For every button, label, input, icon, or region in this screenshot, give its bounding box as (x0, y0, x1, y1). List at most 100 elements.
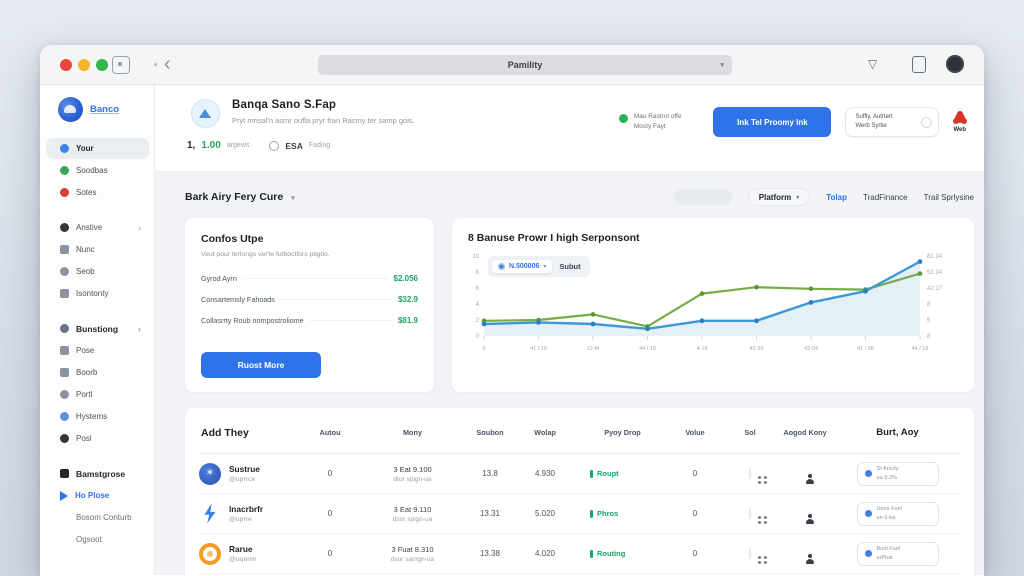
circle-icon (60, 223, 69, 232)
table-row[interactable]: Rarue@uqemir03 Fuat 8.310dsor samgn-ua13… (199, 534, 960, 574)
platform-dropdown[interactable]: Platform ▾ (748, 188, 810, 206)
minimize-window-button[interactable] (78, 59, 90, 71)
chevron-down-icon: ▾ (291, 195, 295, 202)
web-label: Web (953, 127, 966, 133)
mony-line2: dsor samgn-ua (355, 556, 470, 563)
svg-text:42 17: 42 17 (927, 286, 943, 292)
column-header-wolap: Wolap (510, 428, 580, 437)
sidebar-item-hystems[interactable]: Hystems (46, 406, 149, 427)
stat-suffix: argews (227, 142, 250, 149)
back-button[interactable]: ‹ (164, 51, 171, 77)
blue-dot-icon (865, 470, 872, 477)
secondary-action-button[interactable]: Suffly, Autrtert Werb Syrtie (845, 107, 939, 137)
workspace-avatar (191, 99, 220, 128)
soubon-cell: 13.8 (470, 469, 510, 478)
sidebar-item-bunstiong[interactable]: Bunstiong› (46, 318, 149, 339)
sidebar-item-ho-plose[interactable]: Ho Plose (46, 485, 149, 506)
svg-text:6: 6 (476, 286, 480, 292)
chart-series-dropdown[interactable]: N.500006 ▾ Subut (488, 256, 590, 277)
sidebar-item-label: Bunstiong (76, 324, 118, 334)
mony-cell: 3 Eat 9.110dsor spign-ua (355, 505, 470, 523)
section-row: Bark Airy Fery Cure▾ Platform ▾ Tolap Tr… (185, 188, 974, 206)
status-cell: Roupt (580, 469, 665, 478)
table-row[interactable]: Sustrue@uprrce03 Eat 9.100dtor spign-ua1… (199, 454, 960, 494)
page-title: Banqa Sano S.Fap (232, 99, 415, 111)
svg-text:81 14: 81 14 (927, 254, 943, 260)
web-shortcut[interactable]: Web (953, 113, 966, 133)
sidebar-item-portl[interactable]: Portl (46, 384, 149, 405)
sidebar-item-label: Nunc (76, 245, 95, 254)
alert-dot-icon (60, 188, 69, 197)
sidebar-item-label: Soodbas (76, 166, 108, 175)
summary-row-label: Gyrod Ayrn (201, 274, 237, 283)
sidebar-item-your[interactable]: Your (46, 138, 149, 159)
sidebar-item-nunc[interactable]: Nunc (46, 239, 149, 260)
summary-cta-button[interactable]: Ruost More (201, 352, 321, 378)
tab-active-link[interactable]: Tolap (826, 193, 847, 202)
sidebar-item-seob[interactable]: Seob (46, 261, 149, 282)
grid-dots-icon-button[interactable] (749, 548, 751, 559)
sidebar-item-label: Sotes (76, 188, 96, 197)
profile-avatar[interactable] (946, 55, 964, 73)
asset-name-block: Sustrue@uprrce (229, 464, 260, 483)
folder-icon (60, 324, 69, 333)
sidebar-toggle-icon[interactable] (112, 56, 130, 74)
action-line1: St Ancrly (877, 465, 899, 473)
sidebar-item-isontonty[interactable]: Isontonty (46, 283, 149, 304)
address-text: Pamility (508, 60, 543, 70)
flower-badge-icon (955, 113, 965, 123)
status-dot-icon (619, 114, 628, 123)
app-square-icon (60, 469, 69, 478)
downloads-icon[interactable] (912, 56, 926, 73)
chevron-circle-icon (921, 117, 932, 128)
logo[interactable]: Banco (40, 97, 154, 122)
zoom-window-button[interactable] (96, 59, 108, 71)
svg-text:12-M: 12-M (587, 346, 600, 352)
autou-cell: 0 (305, 549, 355, 558)
sidebar-item-label: Bamstgrose (76, 469, 125, 479)
sidebar-item-sotes[interactable]: Sotes (46, 182, 149, 203)
row-action-button[interactable]: Ueos Fuelan 9-ba (857, 502, 939, 526)
grid-dots-icon-button[interactable] (749, 468, 751, 479)
svg-text:0: 0 (482, 346, 485, 352)
dotted-leader (244, 278, 387, 279)
action-cell: Buol FuelarPlub (835, 542, 960, 566)
row-action-button[interactable]: Buol FuelarPlub (857, 542, 939, 566)
sidebar-item-anstive[interactable]: Anstive› (46, 217, 149, 238)
browser-window: ‹ Pamility ▾ ▽ Banco Your Soodbas Sotes Ans… (40, 45, 984, 576)
mony-line1: 3 Fuat 8.310 (355, 545, 470, 554)
action-cell: Ueos Fuelan 9-ba (835, 502, 960, 526)
sidebar-item-bamstgrose[interactable]: Bamstgrose (46, 463, 149, 484)
muted-filter-pill[interactable] (674, 189, 732, 205)
share-icon[interactable]: ▽ (868, 57, 877, 71)
secondary-line1: Suffly, Autrtert (855, 113, 921, 122)
sidebar-item-soodbas[interactable]: Soodbas (46, 160, 149, 181)
chip-button[interactable]: Subut (559, 262, 580, 271)
close-window-button[interactable] (60, 59, 72, 71)
sidebar-item-label: Hystems (76, 412, 107, 421)
sidebar-item-posl[interactable]: Posl (46, 428, 149, 449)
row-action-button[interactable]: St Ancrlyua 9.2% (857, 462, 939, 486)
primary-action-button[interactable]: Ink Tel Proomy Ink (713, 107, 831, 137)
dotted-leader (282, 299, 391, 300)
sidebar-item-ogsoot[interactable]: Ogsoot (46, 529, 149, 550)
lock-icon (60, 434, 69, 443)
tab-link-2[interactable]: TradFinance (863, 193, 908, 202)
address-bar[interactable]: Pamility ▾ (318, 55, 732, 75)
sol-cell (725, 509, 775, 518)
grid-dots-icon-button[interactable] (749, 508, 751, 519)
stat-prefix: 1, (187, 140, 195, 151)
svg-text:4-19: 4-19 (696, 346, 707, 352)
asset-name: Sustrue (229, 464, 260, 474)
sidebar-item-pose[interactable]: Pose (46, 340, 149, 361)
sidebar-item-label: Posl (76, 434, 92, 443)
sidebar-item-boorb[interactable]: Boorb (46, 362, 149, 383)
tab-link-3[interactable]: Trail Sprlysine (924, 193, 974, 202)
mony-line1: 3 Eat 9.110 (355, 505, 470, 514)
sidebar-item-bosom-conturb[interactable]: Bosom Conturb (46, 507, 149, 528)
tag-icon (60, 390, 69, 399)
summary-card: Confos Utpe Veut pour terlongs ver'le fu… (185, 218, 434, 392)
table-row[interactable]: Inacrbrfr@uprre03 Eat 9.110dsor spign-ua… (199, 494, 960, 534)
column-header-autou: Autou (305, 428, 355, 437)
header-stats: 1, 1.00 argews ESA Fading (187, 140, 966, 151)
